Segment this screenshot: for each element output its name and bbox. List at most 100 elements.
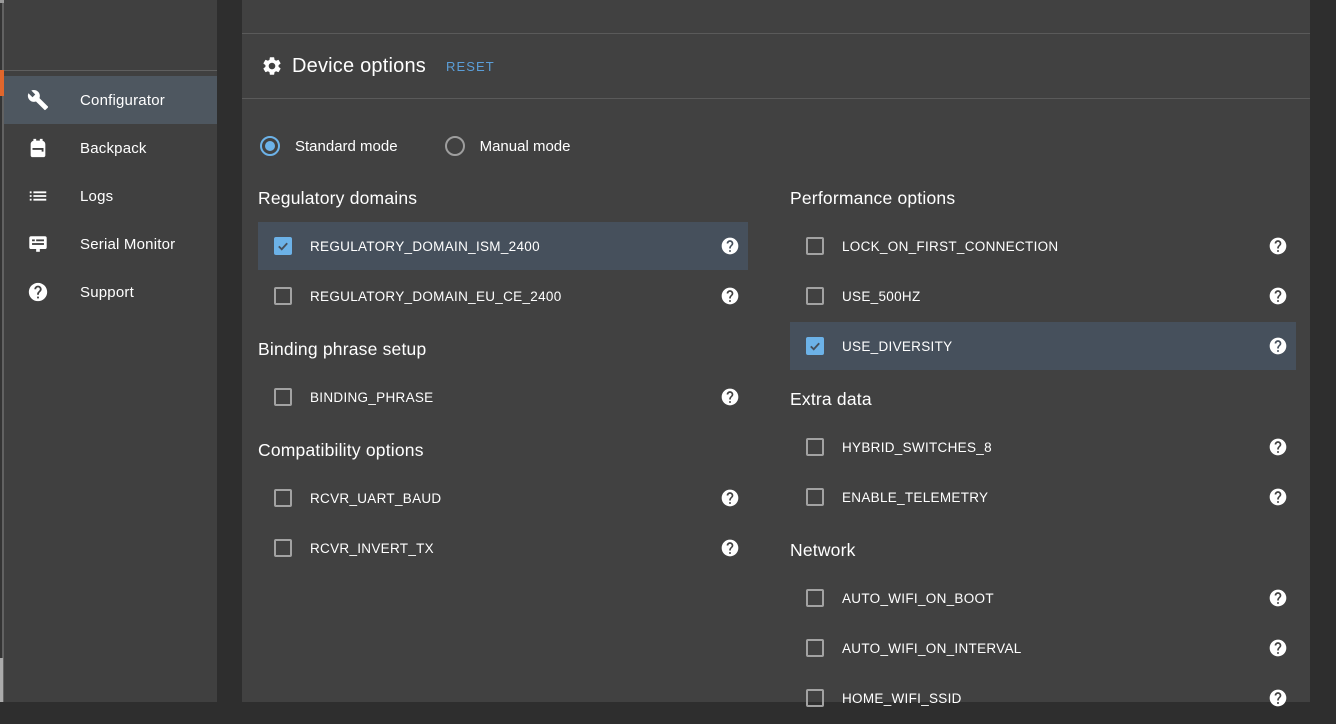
sidebar-item-configurator[interactable]: Configurator <box>4 76 217 124</box>
option-row[interactable]: RCVR_INVERT_TX <box>258 524 748 572</box>
option-label: RCVR_UART_BAUD <box>310 491 720 506</box>
sidebar-item-logs[interactable]: Logs <box>4 172 217 220</box>
help-icon[interactable] <box>1268 437 1288 457</box>
sidebar-logo-area <box>4 0 217 71</box>
scrollbar-thumb-orange[interactable] <box>0 70 4 96</box>
help-icon[interactable] <box>1268 336 1288 356</box>
checkbox[interactable] <box>274 539 292 557</box>
option-label: USE_DIVERSITY <box>842 339 1268 354</box>
mode-label: Standard mode <box>295 138 398 155</box>
options-section: Performance options LOCK_ON_FIRST_CONNEC… <box>790 186 1296 370</box>
checkbox[interactable] <box>806 639 824 657</box>
option-label: RCVR_INVERT_TX <box>310 541 720 556</box>
options-section: Binding phrase setup BINDING_PHRASE <box>258 337 748 421</box>
checkbox[interactable] <box>274 287 292 305</box>
scrollbar-track <box>2 0 4 702</box>
sidebar-item-serial-monitor[interactable]: Serial Monitor <box>4 220 217 268</box>
radio-icon[interactable] <box>445 136 465 156</box>
option-row[interactable]: REGULATORY_DOMAIN_EU_CE_2400 <box>258 272 748 320</box>
help-icon[interactable] <box>1268 588 1288 608</box>
option-row[interactable]: REGULATORY_DOMAIN_ISM_2400 <box>258 222 748 270</box>
sidebar-item-label: Support <box>80 284 134 301</box>
mode-option-manual-mode[interactable]: Manual mode <box>445 136 571 156</box>
mode-option-standard-mode[interactable]: Standard mode <box>260 136 398 156</box>
section-heading: Performance options <box>790 186 1296 210</box>
gear-icon <box>261 55 283 77</box>
section-heading: Extra data <box>790 387 1296 411</box>
sidebar-item-backpack[interactable]: Backpack <box>4 124 217 172</box>
options-section: Extra data HYBRID_SWITCHES_8 ENABLE_TELE… <box>790 387 1296 521</box>
sidebar: Configurator Backpack Logs Serial Monito… <box>4 0 217 702</box>
checkbox[interactable] <box>806 438 824 456</box>
sidebar-item-label: Backpack <box>80 140 147 157</box>
option-row[interactable]: BINDING_PHRASE <box>258 373 748 421</box>
scrollbar-bottom-segment <box>0 658 3 702</box>
help-icon[interactable] <box>1268 286 1288 306</box>
checkbox[interactable] <box>274 237 292 255</box>
list-icon <box>26 184 50 208</box>
mode-label: Manual mode <box>480 138 571 155</box>
checkbox[interactable] <box>806 589 824 607</box>
help-icon[interactable] <box>720 236 740 256</box>
help-icon <box>26 280 50 304</box>
device-options-panel: Device options RESET Standard mode Manua… <box>242 0 1310 702</box>
option-row[interactable]: ENABLE_TELEMETRY <box>790 473 1296 521</box>
options-column-right: Performance options LOCK_ON_FIRST_CONNEC… <box>790 186 1296 724</box>
sidebar-item-label: Serial Monitor <box>80 236 175 253</box>
option-label: HOME_WIFI_SSID <box>842 691 1268 706</box>
option-label: REGULATORY_DOMAIN_ISM_2400 <box>310 239 720 254</box>
checkbox[interactable] <box>274 489 292 507</box>
checkbox[interactable] <box>806 337 824 355</box>
checkbox[interactable] <box>806 237 824 255</box>
option-label: REGULATORY_DOMAIN_EU_CE_2400 <box>310 289 720 304</box>
options-section: Compatibility options RCVR_UART_BAUD RCV… <box>258 438 748 572</box>
option-label: ENABLE_TELEMETRY <box>842 490 1268 505</box>
section-heading: Regulatory domains <box>258 186 748 210</box>
option-row[interactable]: HOME_WIFI_SSID <box>790 674 1296 722</box>
checkbox[interactable] <box>274 388 292 406</box>
option-row[interactable]: RCVR_UART_BAUD <box>258 474 748 522</box>
backpack-icon <box>26 136 50 160</box>
option-row[interactable]: LOCK_ON_FIRST_CONNECTION <box>790 222 1296 270</box>
option-label: HYBRID_SWITCHES_8 <box>842 440 1268 455</box>
help-icon[interactable] <box>1268 487 1288 507</box>
sidebar-item-label: Logs <box>80 188 113 205</box>
sidebar-menu: Configurator Backpack Logs Serial Monito… <box>4 71 217 316</box>
option-row[interactable]: HYBRID_SWITCHES_8 <box>790 423 1296 471</box>
option-label: LOCK_ON_FIRST_CONNECTION <box>842 239 1268 254</box>
sidebar-item-support[interactable]: Support <box>4 268 217 316</box>
help-icon[interactable] <box>720 488 740 508</box>
window-left-edge <box>0 0 4 702</box>
checkbox[interactable] <box>806 689 824 707</box>
option-row[interactable]: USE_500HZ <box>790 272 1296 320</box>
section-heading: Binding phrase setup <box>258 337 748 361</box>
sidebar-item-label: Configurator <box>80 92 165 109</box>
option-row[interactable]: AUTO_WIFI_ON_BOOT <box>790 574 1296 622</box>
options-column-left: Regulatory domains REGULATORY_DOMAIN_ISM… <box>258 186 748 724</box>
panel-top-strip <box>242 0 1310 34</box>
help-icon[interactable] <box>720 387 740 407</box>
help-icon[interactable] <box>720 286 740 306</box>
reset-button[interactable]: RESET <box>446 59 495 74</box>
help-icon[interactable] <box>1268 688 1288 708</box>
checkbox[interactable] <box>806 287 824 305</box>
option-row[interactable]: AUTO_WIFI_ON_INTERVAL <box>790 624 1296 672</box>
panel-content: Standard mode Manual mode Regulatory dom… <box>242 99 1310 724</box>
options-columns: Regulatory domains REGULATORY_DOMAIN_ISM… <box>258 186 1296 724</box>
section-heading: Network <box>790 538 1296 562</box>
help-icon[interactable] <box>720 538 740 558</box>
panel-header: Device options RESET <box>242 34 1310 99</box>
wrench-icon <box>26 88 50 112</box>
checkbox[interactable] <box>806 488 824 506</box>
options-section: Regulatory domains REGULATORY_DOMAIN_ISM… <box>258 186 748 320</box>
option-row[interactable]: USE_DIVERSITY <box>790 322 1296 370</box>
scrollbar-top-cap <box>0 0 4 3</box>
radio-icon[interactable] <box>260 136 280 156</box>
section-heading: Compatibility options <box>258 438 748 462</box>
help-icon[interactable] <box>1268 236 1288 256</box>
help-icon[interactable] <box>1268 638 1288 658</box>
page-title: Device options <box>292 55 426 78</box>
serial-monitor-icon <box>26 232 50 256</box>
option-label: AUTO_WIFI_ON_INTERVAL <box>842 641 1268 656</box>
option-label: AUTO_WIFI_ON_BOOT <box>842 591 1268 606</box>
